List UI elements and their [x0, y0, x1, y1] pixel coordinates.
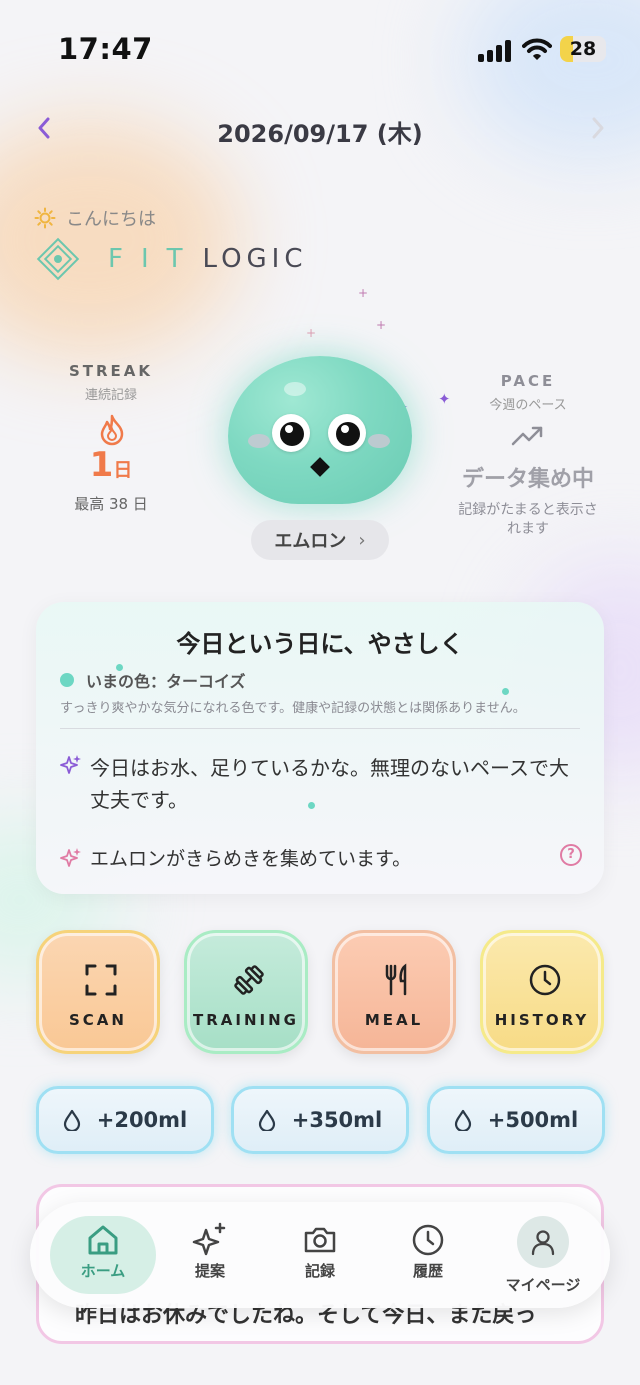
divider [60, 728, 580, 729]
logo-icon [36, 237, 80, 281]
flame-icon [100, 414, 124, 446]
status-text: エムロンがきらめきを集めています。 [90, 848, 412, 870]
card-title: 今日という日に、やさしく [176, 630, 464, 658]
mascot-body [228, 356, 412, 504]
help-icon[interactable]: ? [560, 844, 582, 866]
brand-fit: FIT [108, 244, 201, 274]
dumbbell-icon [234, 965, 264, 995]
meal-button[interactable]: MEAL [332, 930, 456, 1054]
brand-logo: FIT LOGIC [36, 236, 308, 282]
water-350-button[interactable]: +350ml [231, 1086, 409, 1154]
battery-level: 28 [569, 38, 597, 60]
tip-text: 今日はお水、足りているかな。無理のないペースで大丈夫です。 [90, 756, 569, 812]
water-drop-icon [258, 1109, 275, 1131]
tab-bar: ホーム 提案 記録 履歴 マイページ [30, 1202, 610, 1308]
pace-status: データ集め中 [461, 467, 594, 492]
streak-unit: 日 [113, 459, 133, 481]
streak-best: 最高 38 日 [74, 495, 148, 513]
person-icon [531, 1230, 555, 1256]
tab-record[interactable]: 記録 [270, 1216, 370, 1294]
tab-label: マイページ [505, 1276, 581, 1294]
streak-eyebrow: STREAK [68, 362, 154, 380]
pace-panel: PACE 今週のペース データ集め中 記録がたまると表示されます [452, 372, 604, 539]
tab-label: 記録 [304, 1262, 335, 1280]
battery-icon: 28 [560, 36, 606, 62]
mascot-name: エムロン [274, 531, 347, 552]
trend-up-icon [511, 426, 543, 446]
water-drop-icon [454, 1109, 471, 1131]
tab-suggest[interactable]: 提案 [160, 1216, 260, 1294]
home-icon [88, 1225, 118, 1255]
tab-label: 履歴 [412, 1262, 443, 1280]
mascot-status: エムロンがきらめきを集めています。 [60, 844, 411, 871]
clock-icon [529, 964, 561, 996]
greeting-text: こんにちは [66, 209, 156, 230]
clock-icon [412, 1224, 444, 1256]
color-note: すっきり爽やかな気分になれる色です。健康や記録の状態とは関係ありません。 [60, 701, 526, 716]
history-button[interactable]: HISTORY [480, 930, 604, 1054]
water-amount: +350ml [291, 1108, 383, 1132]
mascot-beak [310, 457, 330, 477]
sparkles-icon [192, 1222, 226, 1256]
water-200-button[interactable]: +200ml [36, 1086, 214, 1154]
date-title: 2026/09/17 (木) [217, 120, 423, 148]
mascot-name-button[interactable]: エムロン › [251, 520, 389, 560]
chevron-right-icon: › [358, 529, 366, 551]
training-button[interactable]: TRAINING [184, 930, 308, 1054]
avatar [517, 1216, 569, 1268]
today-card: 今日という日に、やさしく いまの色：ターコイズ すっきり爽やかな気分になれる色で… [36, 602, 604, 894]
mascot[interactable] [228, 356, 412, 506]
signal-icon [478, 40, 512, 62]
tab-history[interactable]: 履歴 [378, 1216, 478, 1294]
water-amount: +500ml [487, 1108, 579, 1132]
sparkle-icon [60, 847, 81, 867]
fork-knife-icon [385, 963, 407, 996]
tab-home[interactable]: ホーム [50, 1216, 156, 1294]
training-label: TRAINING [193, 1011, 299, 1029]
pace-sub: 今週のペース [489, 398, 567, 413]
history-label: HISTORY [494, 1011, 590, 1029]
greeting: こんにちは [34, 204, 156, 232]
tip-row: 今日はお水、足りているかな。無理のないペースで大丈夫です。 [60, 752, 580, 816]
tab-label: 提案 [194, 1262, 225, 1280]
color-of-day: いまの色：ターコイズ [60, 668, 246, 692]
streak-panel: STREAK 連続記録 1日 最高 38 日 [56, 362, 166, 514]
streak-number: 1 [89, 445, 114, 485]
status-time: 17:47 [58, 32, 153, 66]
camera-icon [304, 1227, 336, 1253]
water-drop-icon [63, 1109, 80, 1131]
chevron-right-icon[interactable] [586, 114, 610, 142]
meal-label: MEAL [364, 1011, 424, 1029]
scan-label: SCAN [69, 1011, 127, 1029]
sparkle-icon [60, 755, 81, 774]
streak-count: 1日 [56, 445, 166, 485]
status-bar: 17:47 28 [0, 0, 640, 100]
color-name: いまの色：ターコイズ [86, 672, 246, 691]
streak-sub: 連続記録 [84, 388, 137, 403]
brand-logic: LOGIC [202, 244, 308, 274]
water-amount: +200ml [96, 1108, 188, 1132]
color-dot [60, 673, 74, 687]
water-500-button[interactable]: +500ml [427, 1086, 605, 1154]
tab-mypage[interactable]: マイページ [488, 1216, 598, 1294]
scan-icon [85, 964, 117, 996]
pace-note: 記録がたまると表示されます [458, 502, 598, 537]
scan-button[interactable]: SCAN [36, 930, 160, 1054]
date-navigation: 2026/09/17 (木) [0, 104, 640, 152]
tab-label: ホーム [80, 1262, 126, 1280]
pace-eyebrow: PACE [500, 372, 556, 390]
sun-icon [34, 207, 56, 229]
wifi-icon [522, 38, 552, 60]
